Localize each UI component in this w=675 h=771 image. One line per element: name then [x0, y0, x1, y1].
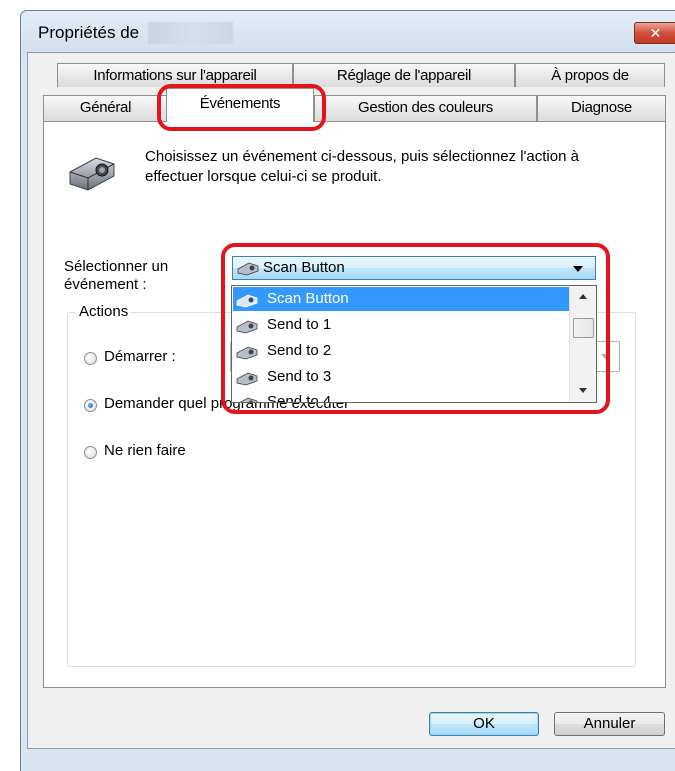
ok-button[interactable]: OK: [429, 712, 539, 736]
close-icon: ✕: [649, 25, 662, 41]
radio-start-label: Démarrer :: [104, 348, 176, 365]
radio-start[interactable]: [84, 352, 97, 365]
close-button[interactable]: ✕: [634, 22, 675, 44]
window-title: Propriétés de: [38, 23, 140, 42]
tab-device-settings[interactable]: Réglage de l'appareil: [293, 63, 515, 87]
tab-general[interactable]: Général: [43, 95, 168, 122]
description-line-2: effectuer lorsque celui-ci se produit.: [145, 168, 382, 185]
tab-about[interactable]: À propos de: [515, 63, 665, 87]
scanner-icon: [66, 150, 118, 196]
tab-diagnose[interactable]: Diagnose: [537, 95, 666, 122]
radio-do-nothing-label: Ne rien faire: [104, 442, 186, 459]
highlight-events-tab: [157, 84, 326, 131]
cancel-button[interactable]: Annuler: [554, 712, 665, 736]
tab-color-management[interactable]: Gestion des couleurs: [314, 95, 537, 122]
event-select-label-line-1: Sélectionner un: [64, 258, 169, 275]
actions-group-label: Actions: [76, 303, 132, 320]
highlight-event-select: [221, 243, 610, 414]
description-line-1: Choisissez un événement ci-dessous, puis…: [145, 148, 579, 165]
radio-ask-program[interactable]: [84, 399, 97, 412]
event-select-label-line-2: événement :: [64, 276, 147, 293]
redacted-device-name: [148, 22, 233, 44]
radio-do-nothing[interactable]: [84, 446, 97, 459]
